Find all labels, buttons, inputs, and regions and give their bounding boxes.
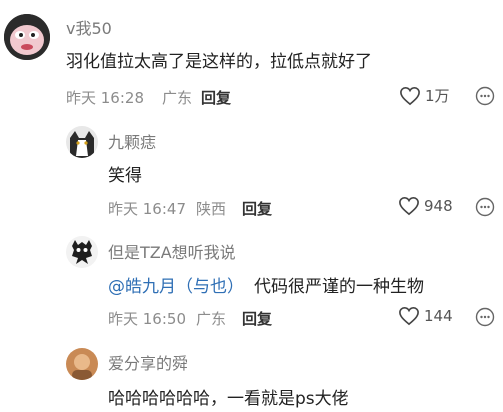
like-count: 144: [424, 307, 453, 325]
comment-location: 广东: [162, 89, 193, 107]
reply-button[interactable]: 回复: [242, 198, 272, 219]
comment-item: 九颗痣 笑得 昨天 16:47 陕西 回复 948: [0, 124, 503, 234]
like-count: 1万: [425, 87, 450, 105]
like-button[interactable]: 144: [398, 306, 453, 326]
comment-item: v我50 羽化值拉太高了是这样的，拉低点就好了 昨天 16:28 广东 回复 1…: [0, 0, 503, 124]
comment-location: 陕西: [196, 200, 227, 218]
username[interactable]: v我50: [66, 15, 112, 39]
mention-link[interactable]: @皓九月（与也）: [108, 277, 244, 297]
reply-button[interactable]: 回复: [201, 87, 231, 108]
more-icon[interactable]: [475, 86, 495, 106]
comment-text: 哈哈哈哈哈哈，一看就是ps大佬: [108, 389, 349, 409]
like-button[interactable]: 1万: [399, 85, 450, 106]
username[interactable]: 但是TZA想听我说: [108, 239, 236, 263]
reply-button[interactable]: 回复: [242, 308, 272, 329]
heart-icon: [399, 306, 419, 326]
comment-item: 爱分享的舜 哈哈哈哈哈哈，一看就是ps大佬: [0, 344, 503, 412]
comment-text: 羽化值拉太高了是这样的，拉低点就好了: [66, 52, 372, 72]
like-count: 948: [424, 197, 453, 215]
comment-item: 但是TZA想听我说 @皓九月（与也） 代码很严谨的一种生物 昨天 16:50 广东…: [0, 234, 503, 344]
username[interactable]: 爱分享的舜: [108, 350, 188, 374]
comment-body: 代码很严谨的一种生物: [254, 277, 424, 297]
heart-icon: [399, 196, 419, 216]
comment-text: @皓九月（与也） 代码很严谨的一种生物: [108, 272, 424, 297]
more-icon[interactable]: [475, 197, 495, 217]
comment-time: 昨天 16:47: [108, 200, 186, 218]
avatar[interactable]: [66, 348, 98, 380]
like-button[interactable]: 948: [398, 196, 453, 216]
heart-icon: [400, 86, 420, 105]
more-icon[interactable]: [475, 307, 495, 327]
comment-text: 笑得: [108, 166, 142, 186]
comment-location: 广东: [196, 310, 227, 328]
username[interactable]: 九颗痣: [108, 129, 156, 153]
comment-time: 昨天 16:28: [66, 89, 144, 107]
avatar[interactable]: [4, 14, 50, 60]
avatar[interactable]: [66, 236, 98, 268]
avatar[interactable]: [66, 126, 98, 158]
comment-time: 昨天 16:50: [108, 310, 186, 328]
